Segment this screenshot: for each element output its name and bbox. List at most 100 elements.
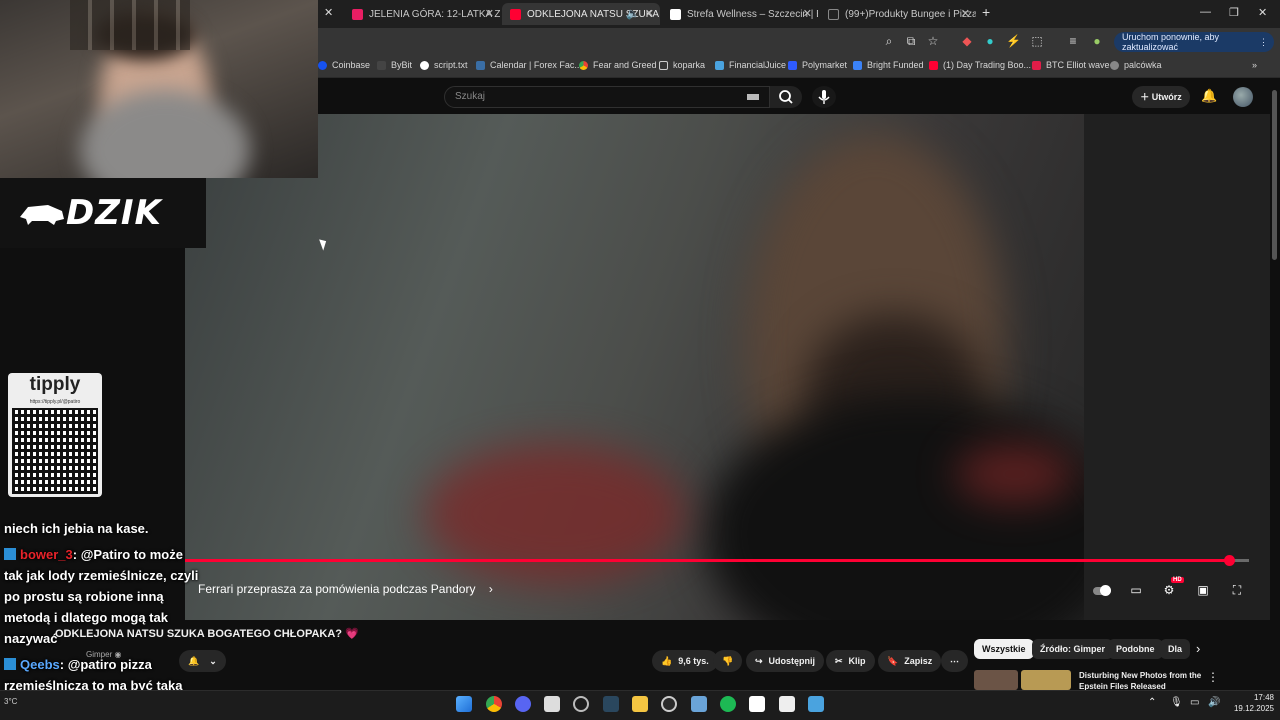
update-button[interactable]: Uruchom ponownie, aby zaktualizować ⋮	[1114, 32, 1274, 52]
voice-search-button[interactable]	[812, 86, 836, 108]
chip-for-you[interactable]: Dla	[1160, 639, 1191, 659]
save-button[interactable]: 🔖 Zapisz	[878, 650, 942, 672]
search-button[interactable]	[770, 86, 802, 108]
subtitles-icon[interactable]: ▭	[1127, 583, 1145, 599]
extensions-puzzle-icon[interactable]: ⬚	[1030, 34, 1044, 48]
autoplay-toggle[interactable]	[1093, 583, 1111, 599]
steam-icon[interactable]	[603, 696, 619, 712]
new-tab-icon[interactable]: +	[982, 4, 990, 20]
clip-button[interactable]: ✂ Klip	[826, 650, 875, 672]
tab-1[interactable]: JELENIA GÓRA: 12-LATKA ZAM ✕	[344, 3, 500, 25]
chip-all[interactable]: Wszystkie	[974, 639, 1034, 659]
bookmark-day-trading[interactable]: (1) Day Trading Boo...	[929, 60, 1031, 70]
chevron-right-icon: ›	[488, 582, 493, 596]
search-input[interactable]: Szukaj	[444, 86, 770, 108]
notifications-bell-icon[interactable]: 🔔	[1201, 88, 1217, 104]
share-button[interactable]: ↪ Udostępnij	[746, 650, 825, 672]
chrome-icon	[579, 60, 588, 70]
bookmark-polymarket[interactable]: Polymarket	[788, 60, 847, 70]
channel-name[interactable]: Gimper ◉	[86, 650, 121, 659]
thumbs-down-icon: 👎	[722, 655, 734, 666]
close-tab-icon[interactable]: ✕	[803, 7, 812, 20]
avatar[interactable]	[1233, 87, 1253, 107]
network-icon[interactable]: ▭	[1190, 697, 1199, 708]
extension-icon[interactable]: ◆	[960, 34, 974, 48]
menu-dots-icon[interactable]: ⋮	[1259, 37, 1268, 48]
app-icon[interactable]	[749, 696, 765, 712]
chip-source[interactable]: Źródło: Gimper	[1032, 639, 1113, 659]
like-button[interactable]: 👍 9,6 tys.	[652, 650, 718, 672]
microphone-tray-icon[interactable]: 🎙	[1170, 697, 1183, 708]
bookmark-bybit[interactable]: ByBit	[377, 60, 412, 70]
install-icon[interactable]: ⧉	[904, 34, 918, 48]
media-icon[interactable]: ≡	[1066, 34, 1080, 48]
tray-chevron-icon[interactable]: ⌃	[1148, 697, 1156, 708]
bookmark-koparka[interactable]: koparka	[659, 60, 705, 70]
app-icon[interactable]	[544, 696, 560, 712]
menu-dots-icon[interactable]: ⋮	[1207, 670, 1219, 684]
tab-3[interactable]: Strefa Wellness – Szczecin | Bał ✕	[662, 3, 818, 25]
dislike-button[interactable]: 👎	[713, 650, 743, 672]
settings-gear-icon[interactable]: ⚙	[1160, 583, 1178, 599]
close-tab-icon[interactable]: ✕	[485, 7, 494, 20]
tab-4[interactable]: (99+)Produkty Bungee i Pizza B ✕	[820, 3, 976, 25]
extension-icon[interactable]: ⚡	[1006, 34, 1021, 48]
app-icon[interactable]	[808, 696, 824, 712]
more-bookmarks-icon[interactable]: »	[1252, 60, 1257, 70]
bright-funded-icon	[853, 60, 862, 70]
notepad-icon[interactable]	[779, 696, 795, 712]
volume-icon[interactable]: 🔊	[1208, 697, 1220, 708]
scrollbar-thumb[interactable]	[1272, 90, 1277, 260]
zoom-icon[interactable]: ⌕	[882, 34, 896, 48]
webcam-feed	[0, 0, 318, 178]
bookmark-financialjuice[interactable]: FinancialJuice	[715, 60, 786, 70]
clock-date[interactable]: 19.12.2025	[1222, 704, 1274, 713]
restore-icon[interactable]: ❐	[1229, 6, 1239, 19]
bookmark-btc-elliot[interactable]: BTC Elliot wave	[1032, 60, 1110, 70]
more-actions-button[interactable]: ⋯	[941, 650, 968, 672]
bookmark-fear-greed[interactable]: Fear and Greed	[579, 60, 657, 70]
profile-icon[interactable]: ●	[1090, 34, 1104, 48]
chevron-right-icon[interactable]: ›	[1196, 641, 1200, 656]
search-placeholder: Szukaj	[455, 91, 486, 102]
close-tab-icon[interactable]: ✕	[324, 6, 333, 19]
speaker-icon[interactable]: 🔈	[626, 7, 640, 20]
video-player[interactable]	[185, 114, 1084, 620]
bookmark-script[interactable]: script.txt	[420, 60, 468, 70]
close-window-icon[interactable]: ✕	[1258, 6, 1267, 19]
bookmark-star-icon[interactable]: ☆	[926, 34, 940, 48]
bookmark-bright-funded[interactable]: Bright Funded	[853, 60, 924, 70]
recommended-title[interactable]: Disturbing New Photos from the Epstein F…	[1079, 670, 1203, 692]
create-button[interactable]: ＋ Utwórz	[1132, 86, 1190, 108]
subscribe-bell-button[interactable]: 🔔 ⌄	[179, 650, 226, 672]
video-title: ODKLEJONA NATSU SZUKA BOGATEGO CHŁOPAKA?…	[55, 628, 359, 640]
windows-start-icon[interactable]	[456, 696, 472, 712]
chapter-title[interactable]: Ferrari przeprasza za pomówienia podczas…	[198, 582, 493, 596]
theater-mode-icon[interactable]: ▣	[1194, 583, 1212, 599]
extension-icon[interactable]: ●	[983, 34, 997, 48]
recommended-thumbnail[interactable]	[974, 670, 1018, 690]
file-explorer-icon[interactable]	[632, 696, 648, 712]
recommended-thumbnail[interactable]	[1021, 670, 1071, 690]
minimize-icon[interactable]: —	[1200, 6, 1211, 18]
app-icon[interactable]	[691, 696, 707, 712]
clock-time[interactable]: 17:48	[1232, 693, 1274, 702]
close-tab-icon[interactable]: ✕	[645, 7, 654, 20]
weather-text[interactable]: 3°C	[4, 697, 17, 706]
chip-similar[interactable]: Podobne	[1108, 639, 1163, 659]
app-icon[interactable]	[661, 696, 677, 712]
tab-2-active[interactable]: ODKLEJONA NATSU SZUKA 🔈 ✕	[502, 3, 660, 25]
close-tab-icon[interactable]: ✕	[961, 7, 970, 20]
keyboard-icon[interactable]	[747, 94, 759, 100]
bookmark-label: Fear and Greed	[593, 60, 657, 70]
spotify-icon[interactable]	[720, 696, 736, 712]
bookmark-calendar[interactable]: Calendar | Forex Fac...	[476, 60, 582, 70]
bookmark-coinbase[interactable]: Coinbase	[318, 60, 370, 70]
progress-scrubber[interactable]	[1223, 555, 1235, 566]
fullscreen-icon[interactable]: ⛶	[1228, 583, 1246, 599]
obs-icon[interactable]	[573, 696, 589, 712]
discord-icon[interactable]	[515, 696, 531, 712]
hd-badge: HD	[1171, 577, 1184, 583]
bookmark-palcowka[interactable]: palcówka	[1110, 60, 1162, 70]
chrome-icon[interactable]	[486, 696, 502, 712]
